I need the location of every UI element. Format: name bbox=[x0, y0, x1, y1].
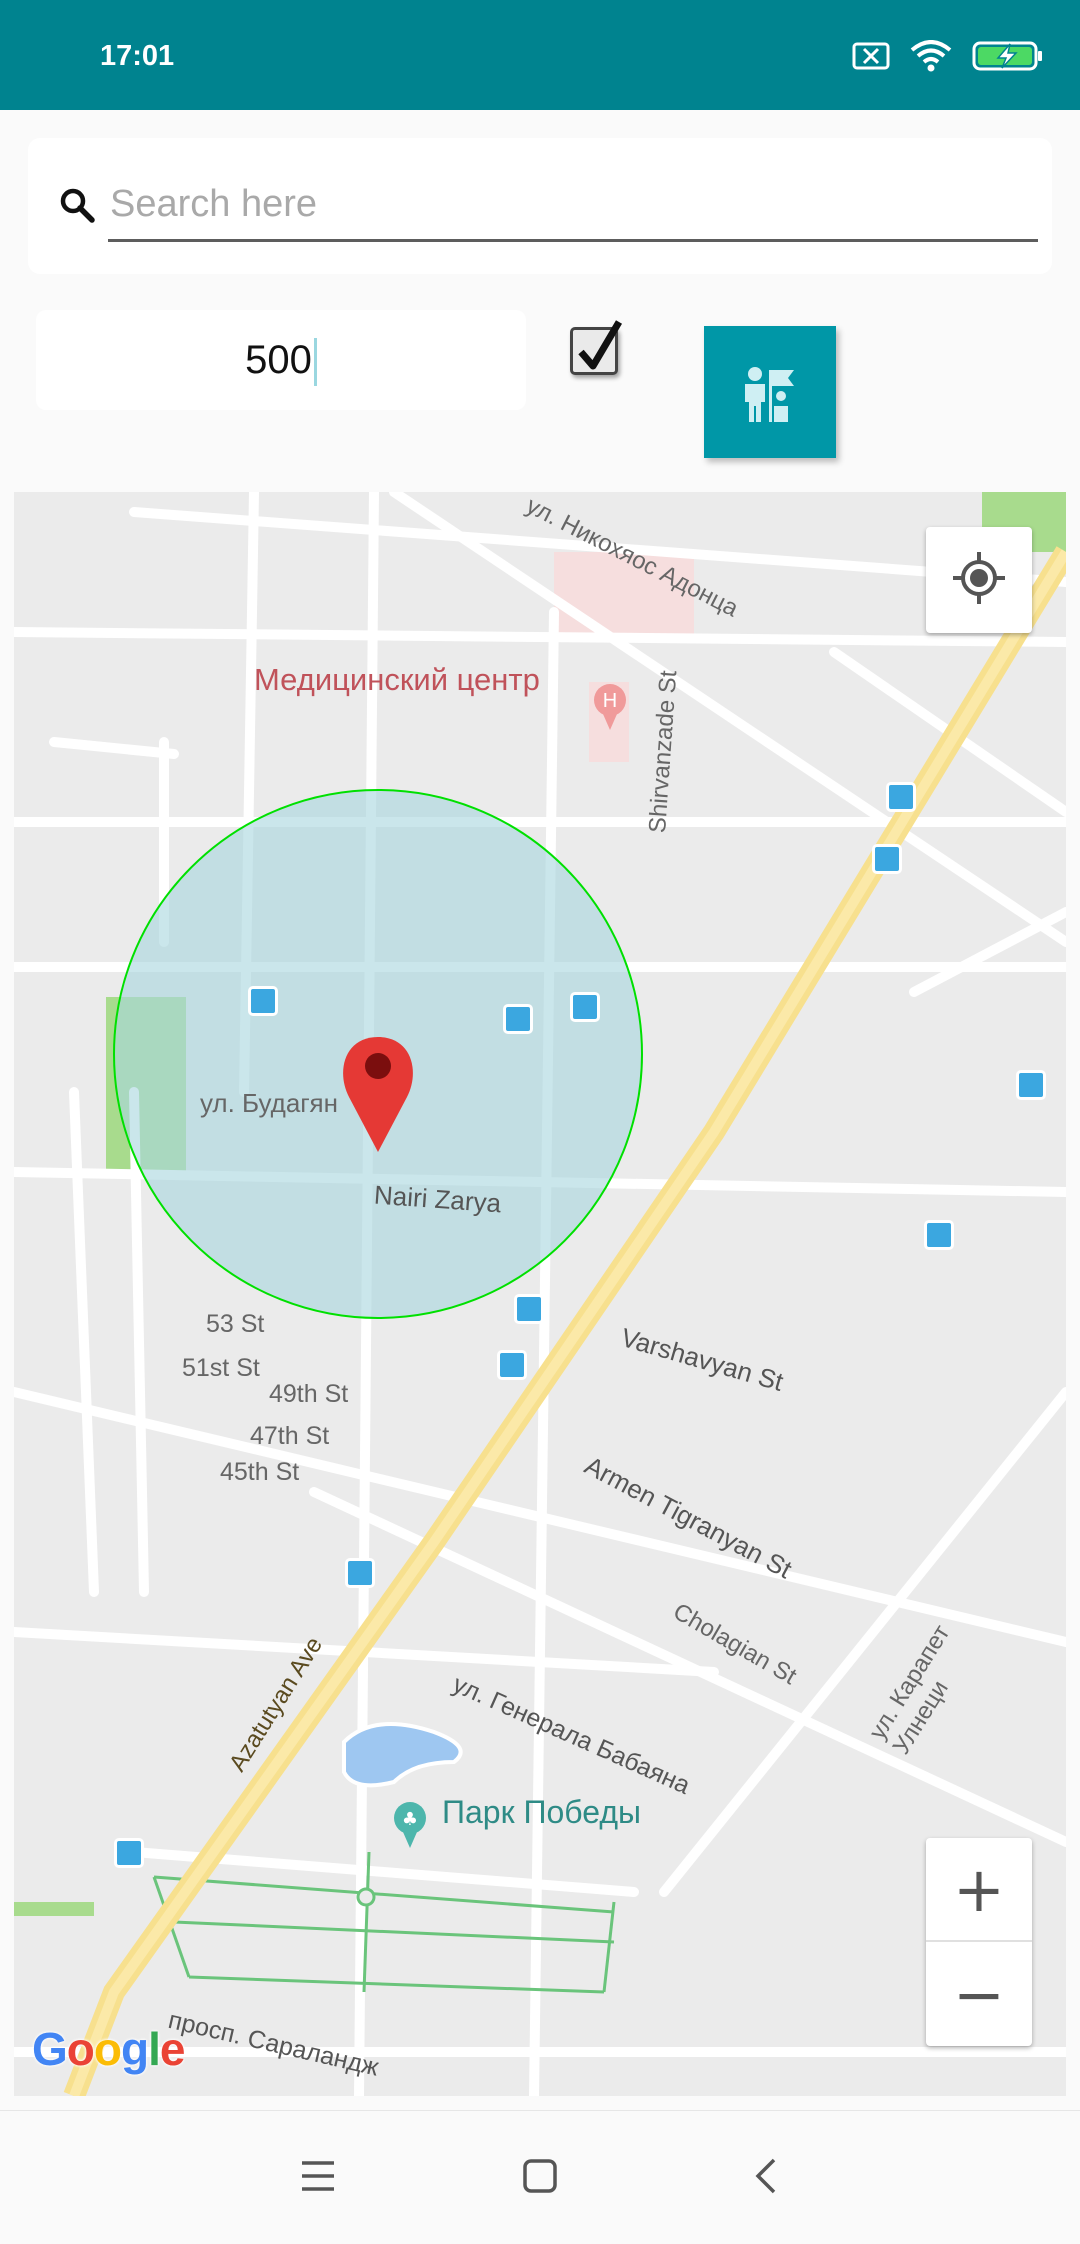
bus-stop-icon[interactable] bbox=[924, 1220, 954, 1250]
label-45-st: 45th St bbox=[220, 1458, 300, 1486]
zoom-controls: + − bbox=[926, 1838, 1032, 2046]
bus-stop-icon[interactable] bbox=[503, 1004, 533, 1034]
svg-text:♣: ♣ bbox=[402, 1809, 418, 1830]
show-circle-checkbox[interactable] bbox=[570, 320, 623, 375]
svg-text:H: H bbox=[603, 690, 617, 712]
wifi-icon bbox=[910, 39, 952, 77]
google-logo: Google bbox=[32, 2023, 185, 2075]
sim-blocked-icon bbox=[852, 42, 890, 75]
bus-stop-icon[interactable] bbox=[514, 1294, 544, 1324]
my-location-icon bbox=[951, 550, 1007, 611]
bus-stop-icon[interactable] bbox=[872, 844, 902, 874]
status-icons bbox=[852, 38, 1044, 78]
label-park: Парк Победы bbox=[442, 1794, 642, 1830]
menu-button[interactable] bbox=[288, 2147, 348, 2207]
radius-value: 500 bbox=[245, 338, 312, 382]
search-input[interactable] bbox=[108, 170, 1038, 242]
label-medical-center: Медицинский центр bbox=[254, 662, 540, 697]
guide-action-button[interactable] bbox=[704, 326, 836, 458]
navigation-bar bbox=[0, 2110, 1080, 2244]
bus-stop-icon[interactable] bbox=[570, 992, 600, 1022]
label-budagyan: ул. Будагян bbox=[200, 1088, 338, 1118]
label-47-st: 47th St bbox=[250, 1422, 330, 1450]
my-location-button[interactable] bbox=[926, 527, 1032, 633]
map-view[interactable]: ♣ H Медицинский центр ул. Никохяос Адонц… bbox=[14, 492, 1066, 2096]
back-chevron-icon bbox=[748, 2156, 782, 2199]
bus-stop-icon[interactable] bbox=[886, 782, 916, 812]
tourist-guide-flag-icon bbox=[735, 356, 805, 429]
home-button[interactable] bbox=[510, 2147, 570, 2207]
menu-icon bbox=[298, 2159, 338, 2196]
home-square-icon bbox=[521, 2157, 559, 2198]
bus-stop-icon[interactable] bbox=[497, 1350, 527, 1380]
radius-field[interactable]: 500 bbox=[36, 310, 526, 410]
zoom-in-button[interactable]: + bbox=[926, 1838, 1032, 1942]
search-card bbox=[28, 138, 1052, 274]
bus-stop-icon[interactable] bbox=[1016, 1070, 1046, 1100]
status-time: 17:01 bbox=[100, 40, 175, 72]
bus-stop-icon[interactable] bbox=[248, 986, 278, 1016]
back-button[interactable] bbox=[735, 2147, 795, 2207]
checkmark-icon bbox=[578, 320, 623, 370]
status-bar: 17:01 bbox=[0, 0, 1080, 110]
battery-charging-icon bbox=[972, 40, 1044, 77]
radius-value-wrap: 500 bbox=[36, 338, 526, 387]
zoom-out-button[interactable]: − bbox=[926, 1942, 1032, 2046]
label-51-st: 51st St bbox=[182, 1354, 260, 1382]
label-49-st: 49th St bbox=[269, 1380, 349, 1408]
text-caret bbox=[313, 338, 317, 387]
bus-stop-icon[interactable] bbox=[114, 1838, 144, 1868]
label-53-st: 53 St bbox=[206, 1310, 265, 1338]
bus-stop-icon[interactable] bbox=[345, 1558, 375, 1588]
search-icon bbox=[58, 186, 98, 226]
